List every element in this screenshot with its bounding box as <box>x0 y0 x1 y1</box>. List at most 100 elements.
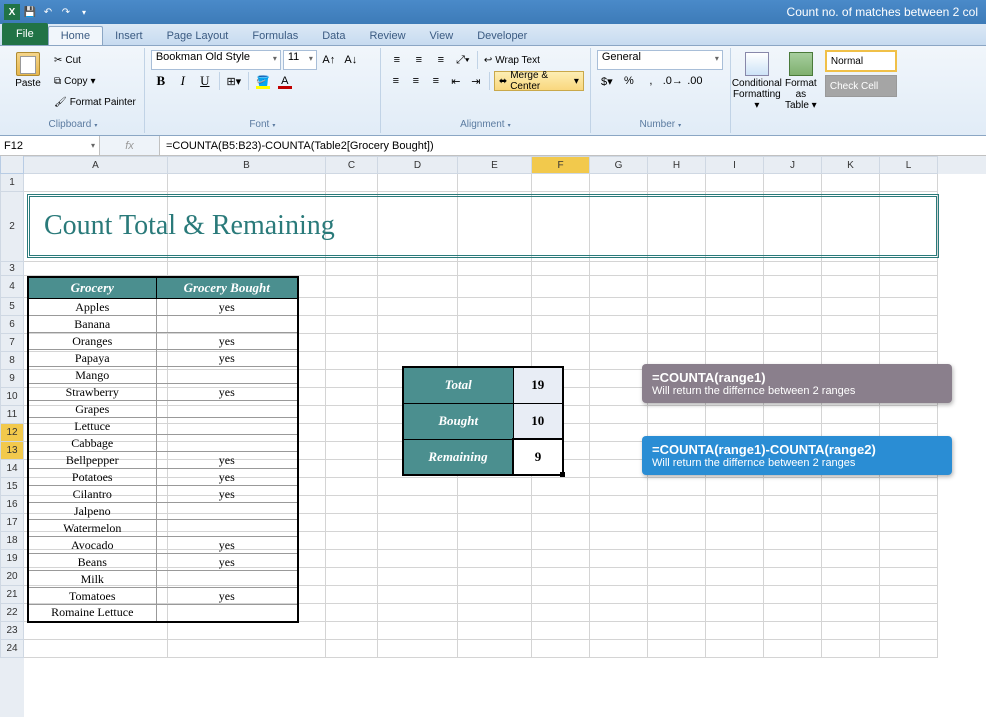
column-header-I[interactable]: I <box>706 156 764 174</box>
summary-remaining-value[interactable]: 9 <box>513 439 563 475</box>
font-color-button[interactable]: A <box>275 71 295 91</box>
grocery-item[interactable]: Oranges <box>28 333 156 350</box>
grocery-item[interactable]: Tomatoes <box>28 588 156 605</box>
column-header-C[interactable]: C <box>326 156 378 174</box>
number-format-combo[interactable]: General <box>597 50 723 70</box>
grocery-bought[interactable] <box>156 418 298 435</box>
row-header-19[interactable]: 19 <box>0 550 24 568</box>
row-header-17[interactable]: 17 <box>0 514 24 532</box>
row-header-4[interactable]: 4 <box>0 276 24 298</box>
copy-button[interactable]: ⧉Copy ▾ <box>52 71 138 91</box>
align-left-icon[interactable]: ≡ <box>387 71 405 91</box>
column-header-K[interactable]: K <box>822 156 880 174</box>
grocery-item[interactable]: Jalpeno <box>28 503 156 520</box>
save-icon[interactable]: 💾 <box>22 4 38 20</box>
grocery-item[interactable]: Cabbage <box>28 435 156 452</box>
italic-button[interactable]: I <box>173 71 193 91</box>
grocery-item[interactable]: Strawberry <box>28 384 156 401</box>
column-header-E[interactable]: E <box>458 156 532 174</box>
row-header-15[interactable]: 15 <box>0 478 24 496</box>
row-header-1[interactable]: 1 <box>0 174 24 192</box>
column-header-F[interactable]: F <box>532 156 590 174</box>
increase-indent-icon[interactable]: ⇥ <box>467 71 485 91</box>
undo-icon[interactable]: ↶ <box>40 4 56 20</box>
cut-button[interactable]: ✂Cut <box>52 50 138 70</box>
row-header-18[interactable]: 18 <box>0 532 24 550</box>
percent-button[interactable]: % <box>619 71 639 91</box>
tab-review[interactable]: Review <box>357 27 417 45</box>
font-size-combo[interactable]: 11 <box>283 50 317 70</box>
row-header-5[interactable]: 5 <box>0 298 24 316</box>
grocery-item[interactable]: Lettuce <box>28 418 156 435</box>
grocery-item[interactable]: Grapes <box>28 401 156 418</box>
name-box[interactable]: F12 <box>0 136 100 155</box>
row-header-16[interactable]: 16 <box>0 496 24 514</box>
row-header-12[interactable]: 12 <box>0 424 24 442</box>
column-header-H[interactable]: H <box>648 156 706 174</box>
conditional-formatting-button[interactable]: ConditionalFormatting ▾ <box>737 50 777 113</box>
comma-button[interactable]: , <box>641 71 661 91</box>
grocery-bought[interactable]: yes <box>156 469 298 486</box>
tab-developer[interactable]: Developer <box>465 27 539 45</box>
qat-more-icon[interactable]: ▾ <box>76 4 92 20</box>
grocery-item[interactable]: Watermelon <box>28 520 156 537</box>
fx-icon[interactable]: fx <box>125 140 134 152</box>
redo-icon[interactable]: ↷ <box>58 4 74 20</box>
column-header-D[interactable]: D <box>378 156 458 174</box>
row-header-3[interactable]: 3 <box>0 262 24 276</box>
font-name-combo[interactable]: Bookman Old Style <box>151 50 281 70</box>
grocery-bought[interactable] <box>156 367 298 384</box>
row-header-23[interactable]: 23 <box>0 622 24 640</box>
align-bottom-icon[interactable]: ≡ <box>431 50 451 70</box>
grocery-item[interactable]: Bellpepper <box>28 452 156 469</box>
grocery-item[interactable]: Milk <box>28 571 156 588</box>
column-header-B[interactable]: B <box>168 156 326 174</box>
borders-button[interactable]: ⊞▾ <box>224 71 244 91</box>
row-header-6[interactable]: 6 <box>0 316 24 334</box>
row-header-20[interactable]: 20 <box>0 568 24 586</box>
row-header-11[interactable]: 11 <box>0 406 24 424</box>
grocery-bought[interactable]: yes <box>156 537 298 554</box>
grocery-item[interactable]: Cilantro <box>28 486 156 503</box>
row-header-2[interactable]: 2 <box>0 192 24 262</box>
grocery-item[interactable]: Beans <box>28 554 156 571</box>
grocery-bought[interactable]: yes <box>156 554 298 571</box>
formula-bar-input[interactable]: =COUNTA(B5:B23)-COUNTA(Table2[Grocery Bo… <box>160 136 986 155</box>
tab-page-layout[interactable]: Page Layout <box>155 27 241 45</box>
select-all-button[interactable] <box>0 156 24 174</box>
currency-button[interactable]: $▾ <box>597 71 617 91</box>
grocery-bought[interactable] <box>156 605 298 622</box>
grocery-item[interactable]: Mango <box>28 367 156 384</box>
row-header-9[interactable]: 9 <box>0 370 24 388</box>
paste-button[interactable]: Paste <box>8 50 48 91</box>
row-header-10[interactable]: 10 <box>0 388 24 406</box>
grocery-bought[interactable]: yes <box>156 588 298 605</box>
underline-button[interactable]: U <box>195 71 215 91</box>
row-header-24[interactable]: 24 <box>0 640 24 658</box>
row-header-8[interactable]: 8 <box>0 352 24 370</box>
align-center-icon[interactable]: ≡ <box>407 71 425 91</box>
wrap-text-button[interactable]: ↩Wrap Text <box>482 50 542 70</box>
grocery-item[interactable]: Avocado <box>28 537 156 554</box>
column-header-J[interactable]: J <box>764 156 822 174</box>
style-check-cell[interactable]: Check Cell <box>825 75 897 97</box>
grocery-bought[interactable]: yes <box>156 384 298 401</box>
bold-button[interactable]: B <box>151 71 171 91</box>
style-normal[interactable]: Normal <box>825 50 897 72</box>
grocery-bought[interactable] <box>156 571 298 588</box>
grocery-bought[interactable]: yes <box>156 486 298 503</box>
row-header-7[interactable]: 7 <box>0 334 24 352</box>
align-right-icon[interactable]: ≡ <box>427 71 445 91</box>
worksheet[interactable]: 123456789101112131415161718192021222324 … <box>0 156 986 717</box>
grocery-bought[interactable]: yes <box>156 299 298 316</box>
merge-center-button[interactable]: ⬌Merge & Center ▾ <box>494 71 584 91</box>
decrease-decimal-icon[interactable]: .00 <box>685 71 705 91</box>
row-header-14[interactable]: 14 <box>0 460 24 478</box>
format-as-table-button[interactable]: Formatas Table ▾ <box>781 50 821 113</box>
grocery-bought[interactable] <box>156 401 298 418</box>
grocery-bought[interactable]: yes <box>156 333 298 350</box>
tab-insert[interactable]: Insert <box>103 27 155 45</box>
increase-font-icon[interactable]: A↑ <box>319 50 339 70</box>
tab-home[interactable]: Home <box>48 26 103 45</box>
decrease-indent-icon[interactable]: ⇤ <box>447 71 465 91</box>
